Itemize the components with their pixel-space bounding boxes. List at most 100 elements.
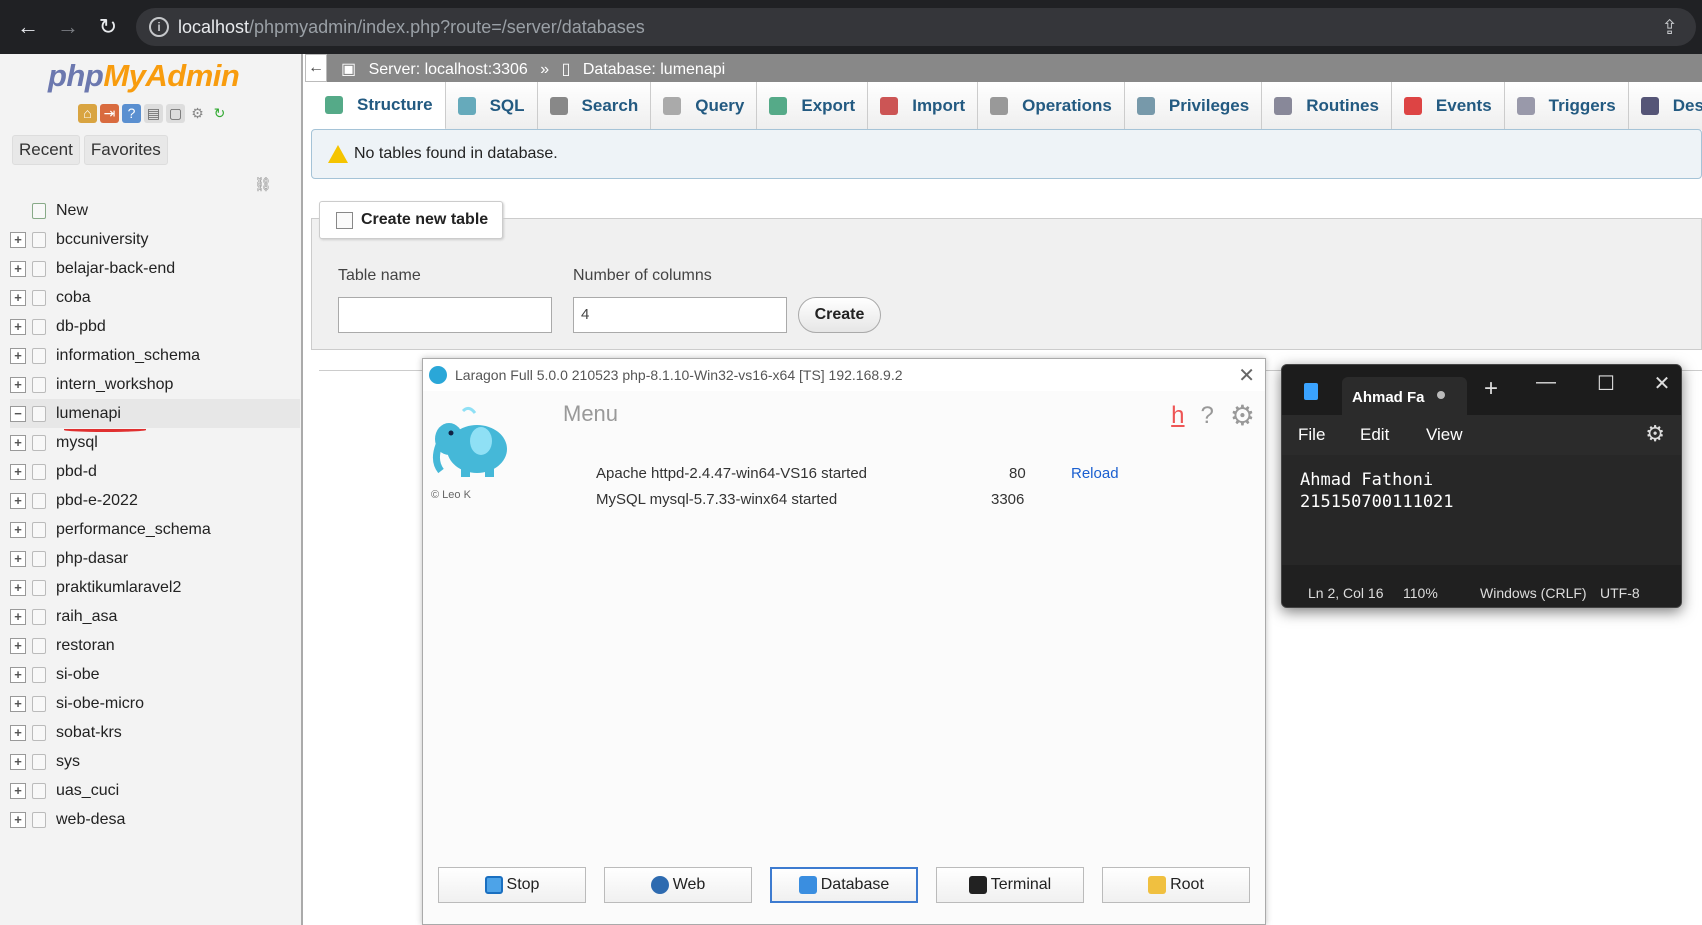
- new-database-item[interactable]: New: [10, 196, 300, 225]
- expand-icon[interactable]: +: [10, 724, 26, 741]
- database-name[interactable]: lumenapi: [56, 405, 121, 423]
- database-item[interactable]: + pbd-d: [10, 457, 300, 486]
- tab-structure[interactable]: Structure: [313, 82, 446, 130]
- database-name[interactable]: sys: [56, 753, 80, 771]
- close-icon[interactable]: ✕: [1238, 363, 1255, 388]
- expand-icon[interactable]: +: [10, 463, 26, 480]
- tab-export[interactable]: Export: [757, 82, 869, 130]
- phpmyadmin-logo[interactable]: phpMyAdmin: [48, 58, 240, 94]
- database-item[interactable]: + raih_asa: [10, 602, 300, 631]
- sql-docs-icon[interactable]: ▢: [166, 104, 185, 123]
- refresh-icon[interactable]: ↻: [210, 104, 229, 123]
- root-button[interactable]: Root: [1102, 867, 1250, 903]
- terminal-button[interactable]: Terminal: [936, 867, 1084, 903]
- site-info-icon[interactable]: i: [149, 17, 169, 37]
- database-name[interactable]: si-obe-micro: [56, 695, 144, 713]
- tab-search[interactable]: Search: [537, 82, 652, 130]
- reload-link[interactable]: Reload: [1071, 465, 1119, 482]
- settings-icon[interactable]: ⚙: [188, 104, 207, 123]
- stop-button[interactable]: Stop: [438, 867, 586, 903]
- expand-icon[interactable]: +: [10, 289, 26, 306]
- expand-icon[interactable]: +: [10, 521, 26, 538]
- gear-icon[interactable]: ⚙: [1230, 399, 1255, 432]
- menu-file[interactable]: File: [1298, 425, 1325, 445]
- database-item[interactable]: + si-obe: [10, 660, 300, 689]
- database-item[interactable]: + php-dasar: [10, 544, 300, 573]
- database-name[interactable]: si-obe: [56, 666, 100, 684]
- menu-edit[interactable]: Edit: [1360, 425, 1389, 445]
- collapse-sidebar-button[interactable]: ←: [305, 54, 327, 82]
- expand-icon[interactable]: +: [10, 376, 26, 393]
- tab-operations[interactable]: Operations: [978, 82, 1125, 130]
- database-item[interactable]: + mysql: [10, 428, 300, 457]
- tab-events[interactable]: Events: [1391, 82, 1505, 130]
- tab-triggers[interactable]: Triggers: [1504, 82, 1629, 130]
- database-name[interactable]: information_schema: [56, 347, 200, 365]
- database-name[interactable]: php-dasar: [56, 550, 128, 568]
- columns-input[interactable]: 4: [573, 297, 787, 333]
- expand-icon[interactable]: +: [10, 550, 26, 567]
- tab-import[interactable]: Import: [868, 82, 979, 130]
- menu-view[interactable]: View: [1426, 425, 1463, 445]
- maximize-icon[interactable]: ☐: [1591, 371, 1621, 396]
- database-name[interactable]: intern_workshop: [56, 376, 173, 394]
- tab-sql[interactable]: SQL: [445, 82, 538, 130]
- expand-icon[interactable]: +: [10, 347, 26, 364]
- database-item[interactable]: + restoran: [10, 631, 300, 660]
- notepad-tab[interactable]: Ahmad Fa: [1342, 377, 1467, 415]
- database-item[interactable]: + si-obe-micro: [10, 689, 300, 718]
- database-name[interactable]: bccuniversity: [56, 231, 148, 249]
- h-icon[interactable]: h: [1171, 402, 1184, 430]
- expand-icon[interactable]: +: [10, 666, 26, 683]
- create-button[interactable]: Create: [798, 297, 881, 333]
- database-item[interactable]: − lumenapi: [10, 399, 300, 432]
- expand-icon[interactable]: +: [10, 231, 26, 248]
- favorites-tab[interactable]: Favorites: [83, 135, 168, 165]
- expand-icon[interactable]: +: [10, 608, 26, 625]
- database-item[interactable]: + information_schema: [10, 341, 300, 370]
- database-name[interactable]: belajar-back-end: [56, 260, 175, 278]
- docs-icon[interactable]: ▤: [144, 104, 163, 123]
- expand-icon[interactable]: +: [10, 782, 26, 799]
- database-item[interactable]: + sobat-krs: [10, 718, 300, 747]
- expand-icon[interactable]: +: [10, 695, 26, 712]
- share-icon[interactable]: ⇪: [1661, 15, 1678, 40]
- collapse-icon[interactable]: −: [10, 405, 26, 422]
- tab-query[interactable]: Query: [651, 82, 758, 130]
- database-button[interactable]: Database: [770, 867, 918, 903]
- web-button[interactable]: Web: [604, 867, 752, 903]
- expand-icon[interactable]: +: [10, 811, 26, 828]
- database-item[interactable]: + sys: [10, 747, 300, 776]
- database-item[interactable]: + intern_workshop: [10, 370, 300, 399]
- database-item[interactable]: + bccuniversity: [10, 225, 300, 254]
- database-name[interactable]: praktikumlaravel2: [56, 579, 181, 597]
- recent-tab[interactable]: Recent: [12, 135, 80, 165]
- database-name[interactable]: db-pbd: [56, 318, 106, 336]
- database-item[interactable]: + pbd-e-2022: [10, 486, 300, 515]
- back-button[interactable]: ←: [12, 11, 44, 43]
- database-name[interactable]: restoran: [56, 637, 115, 655]
- database-name[interactable]: coba: [56, 289, 91, 307]
- database-item[interactable]: + praktikumlaravel2: [10, 573, 300, 602]
- menu-label[interactable]: Menu: [563, 401, 618, 427]
- help-icon[interactable]: ?: [1201, 402, 1214, 430]
- expand-icon[interactable]: +: [10, 434, 26, 451]
- forward-button[interactable]: →: [52, 11, 84, 43]
- database-name[interactable]: uas_cuci: [56, 782, 119, 800]
- breadcrumb-database[interactable]: Database: lumenapi: [583, 61, 725, 78]
- database-name[interactable]: sobat-krs: [56, 724, 122, 742]
- database-name[interactable]: web-desa: [56, 811, 125, 829]
- expand-icon[interactable]: +: [10, 318, 26, 335]
- database-name[interactable]: pbd-e-2022: [56, 492, 138, 510]
- breadcrumb-server[interactable]: Server: localhost:3306: [369, 61, 528, 78]
- new-tab-icon[interactable]: +: [1484, 375, 1498, 403]
- link-icon[interactable]: ⛓: [254, 176, 272, 193]
- database-item[interactable]: + uas_cuci: [10, 776, 300, 805]
- database-item[interactable]: + belajar-back-end: [10, 254, 300, 283]
- help-icon[interactable]: ?: [122, 104, 141, 123]
- minimize-icon[interactable]: —: [1531, 371, 1561, 394]
- tab-des[interactable]: Des: [1628, 82, 1702, 130]
- home-icon[interactable]: ⌂: [78, 104, 97, 123]
- database-name[interactable]: raih_asa: [56, 608, 117, 626]
- expand-icon[interactable]: +: [10, 260, 26, 277]
